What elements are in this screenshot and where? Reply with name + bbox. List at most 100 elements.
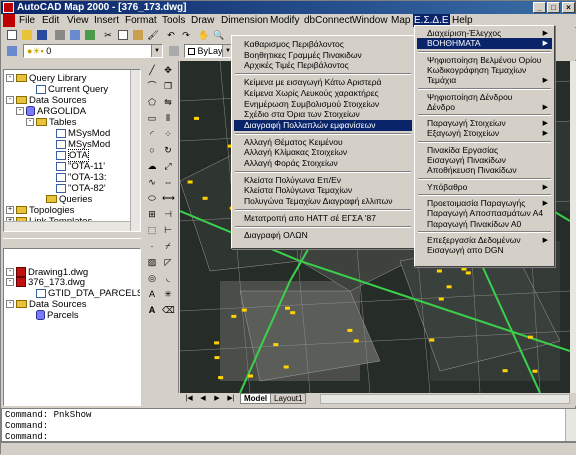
close-button[interactable]: × [562,2,575,13]
menu-format[interactable]: Format [124,14,158,27]
workspace-tree-node[interactable]: "OTA-82' [46,183,106,194]
insert-block-icon[interactable]: ⊞ [145,207,159,221]
paste-icon[interactable] [131,28,145,42]
helpers-submenu-item[interactable]: Σχέδιο στα Όρια των Στοιχείων [234,109,412,120]
collapse-icon[interactable]: - [6,96,14,105]
workspace-tree-node[interactable]: "OTA-11' [46,161,105,172]
collapse-icon[interactable]: - [26,118,34,127]
workspace-tree-node[interactable]: + Topologies [6,205,74,216]
extend-icon[interactable]: ⊢ [161,223,175,237]
save-icon[interactable] [35,28,49,42]
menu-map[interactable]: Map [390,14,411,27]
menu-tools[interactable]: Tools [161,14,186,27]
make-current-icon[interactable] [167,44,181,58]
esde-dropdown-item[interactable]: Παραγωγή Πινακίδων Α0 [417,219,552,230]
esde-dropdown-item[interactable]: Εισαγωγή απο DGN [417,245,552,256]
cut-icon[interactable]: ✂ [101,28,115,42]
match-properties-icon[interactable]: 🖌 [146,28,160,42]
canvas-vertical-scrollbar[interactable] [570,61,576,393]
menu-dimension[interactable]: Dimension [220,14,269,27]
minimize-button[interactable]: _ [533,2,546,13]
fillet-icon[interactable]: ◟ [161,271,175,285]
tab-model[interactable]: Model [240,393,272,404]
helpers-submenu-item[interactable]: Αλλαγή Θέματος Κειμένου [234,137,412,148]
maximize-button[interactable]: □ [547,2,560,13]
point-icon[interactable]: · [145,239,159,253]
zoom-icon[interactable]: 🔍 [212,28,226,42]
chevron-down-icon[interactable]: ▼ [151,45,162,57]
workspace-tree-node[interactable]: - Data Sources [6,95,87,106]
ellipse-icon[interactable]: ⬭ [145,191,159,205]
helpers-submenu-item[interactable]: Καθαρισμος Περιβάλοντος [234,39,412,50]
esde-dropdown-item[interactable]: Δένδρο ▶ [417,102,552,113]
text-icon[interactable]: A [145,303,159,317]
workspace-tree-node[interactable]: MSysMod [46,128,110,139]
line-icon[interactable]: ╱ [145,63,159,77]
menu-file[interactable]: File [18,14,36,27]
new-icon[interactable] [5,28,19,42]
drawing-tree-node[interactable]: GTID_DTA_PARCELS [26,288,140,299]
workspace-tree-node[interactable]: Queries [36,194,92,205]
vertical-scrollbar[interactable] [130,70,140,231]
next-tab-icon[interactable]: ▶ [210,393,224,404]
horizontal-scrollbar[interactable] [4,221,130,231]
chamfer-icon[interactable]: ◸ [161,255,175,269]
menu-edit[interactable]: Edit [41,14,60,27]
array-icon[interactable]: ⁘ [161,127,175,141]
layer-combo[interactable]: ●☀▪ 0 ▼ [23,44,163,58]
polyline-icon[interactable]: ⌒ [145,79,159,93]
helpers-submenu-item[interactable]: Μετατροπή απο HATT σέ ΕΓΣΑ '87 [234,213,412,224]
scale-icon[interactable]: ⤢ [161,159,175,173]
collapse-icon[interactable]: - [6,300,14,309]
rotate-icon[interactable]: ↻ [161,143,175,157]
make-block-icon[interactable]: ⬚ [145,223,159,237]
drawing-tree-node[interactable]: - Data Sources [6,299,87,310]
canvas-horizontal-scrollbar[interactable] [320,394,570,404]
move-icon[interactable]: ✥ [161,63,175,77]
last-tab-icon[interactable]: ▶| [224,393,238,404]
spline-icon[interactable]: ∿ [145,175,159,189]
region-icon[interactable]: ◎ [145,271,159,285]
helpers-submenu-item[interactable]: Ενημέρωση Συμβολισμού Στοιχείων [234,99,412,110]
workspace-tree-node[interactable]: Current Query [26,84,108,95]
arc-icon[interactable]: ◜ [145,127,159,141]
document-icon[interactable] [3,14,15,27]
esde-dropdown-item[interactable]: Εξαγωγή Στοιχείων ▶ [417,128,552,139]
drawing-tree-node[interactable]: - 376_173.dwg [6,277,85,288]
preview-icon[interactable] [68,28,82,42]
command-scrollbar[interactable] [565,409,576,441]
drawing-panel-grip[interactable] [3,238,141,248]
menu-window[interactable]: Window [351,14,389,27]
workspace-tree-node[interactable]: - ARGOLIDA [16,106,86,117]
mtext-icon[interactable]: A [145,287,159,301]
circle-icon[interactable]: ○ [145,143,159,157]
rectangle-icon[interactable]: ▭ [145,111,159,125]
esde-dropdown-item[interactable]: ΒΟΗΘΗΜΑΤΑ ▶ [417,38,552,50]
copy-object-icon[interactable]: ❐ [161,79,175,93]
undo-icon[interactable]: ↶ [164,28,178,42]
erase-icon[interactable]: ⌫ [161,303,175,317]
workspace-tree-node[interactable]: - Query Library [6,73,87,84]
hatch-icon[interactable]: ▨ [145,255,159,269]
pan-icon[interactable]: ✋ [197,28,211,42]
workspace-grip[interactable] [3,61,141,69]
menu-draw[interactable]: Draw [190,14,215,27]
menu-insert[interactable]: Insert [93,14,120,27]
esde-dropdown-item[interactable]: Υπόβαθρο ▶ [417,182,552,193]
stretch-icon[interactable]: ⇔ [161,175,175,189]
collapse-icon[interactable]: - [6,268,14,277]
app-icon[interactable] [3,2,14,13]
print-icon[interactable] [53,28,67,42]
drawing-tree-node[interactable]: Parcels [26,310,79,321]
tab-layout1[interactable]: Layout1 [270,393,307,404]
revcloud-icon[interactable]: ☁ [145,159,159,173]
lengthen-icon[interactable]: ⟷ [161,191,175,205]
color-combo[interactable]: ByLayer ▼ [184,44,234,58]
helpers-submenu-item[interactable]: Διαγραφή ΟΛΩΝ [234,230,412,241]
workspace-tree-node[interactable]: OTA [46,149,89,162]
layers-icon[interactable] [5,44,19,58]
helpers-submenu-item[interactable]: Κείμενα Χωρίς Λευκούς χαρακτήρες [234,88,412,99]
first-tab-icon[interactable]: |◀ [182,393,196,404]
helpers-submenu-item[interactable]: Αλλαγή Κλίμακας Στοιχείων [234,147,412,158]
offset-icon[interactable]: ⫴ [161,111,175,125]
